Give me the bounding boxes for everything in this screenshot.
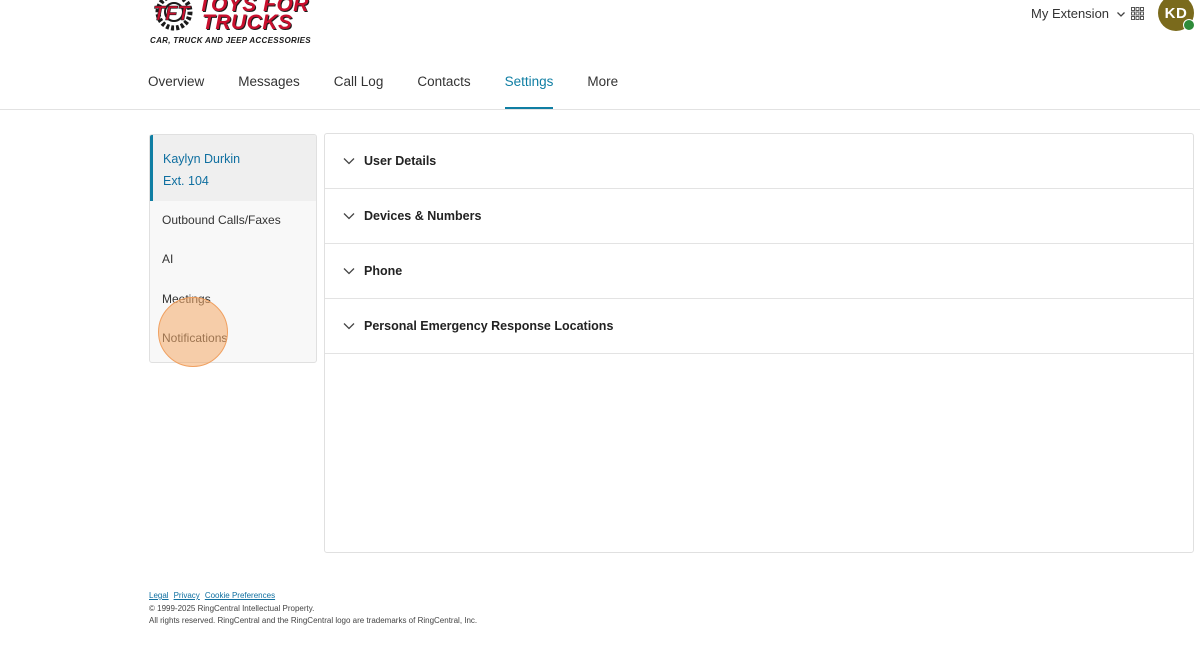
tab-settings[interactable]: Settings bbox=[504, 62, 553, 109]
logo-mark-text: TFT bbox=[153, 3, 191, 25]
section-title: Phone bbox=[364, 264, 403, 278]
section-title: Devices & Numbers bbox=[364, 209, 482, 223]
logo-title-line2: TRUCKS bbox=[202, 11, 293, 34]
footer-link-cookie-preferences[interactable]: Cookie Preferences bbox=[205, 591, 275, 600]
avatar-initials: KD bbox=[1164, 4, 1188, 22]
sidebar-item-notifications[interactable]: Notifications bbox=[162, 331, 227, 345]
chevron-down-icon bbox=[1117, 11, 1126, 17]
tab-contacts[interactable]: Contacts bbox=[417, 62, 470, 109]
sidebar-user-name: Kaylyn Durkin bbox=[163, 152, 241, 166]
chevron-down-icon bbox=[343, 213, 355, 220]
tab-more[interactable]: More bbox=[587, 62, 618, 109]
sidebar-item-meetings[interactable]: Meetings bbox=[162, 292, 211, 306]
section-phone[interactable]: Phone bbox=[325, 244, 1193, 299]
footer: Legal Privacy Cookie Preferences © 1999-20… bbox=[149, 590, 477, 628]
extension-selector[interactable]: My Extension bbox=[1031, 6, 1126, 21]
section-user-details[interactable]: User Details bbox=[325, 134, 1193, 189]
nav-divider bbox=[0, 109, 1200, 110]
logo-tagline: CAR, TRUCK AND JEEP ACCESSORIES bbox=[150, 36, 311, 45]
apps-grid-icon[interactable] bbox=[1131, 7, 1144, 20]
company-logo: TFT TOYS FOR TRUCKS CAR, TRUCK AND JEEP … bbox=[148, 0, 334, 46]
footer-link-legal[interactable]: Legal bbox=[149, 591, 169, 600]
footer-copyright: © 1999-2025 RingCentral Intellectual Pro… bbox=[149, 603, 315, 613]
chevron-down-icon bbox=[343, 158, 355, 165]
tab-call-log[interactable]: Call Log bbox=[334, 62, 384, 109]
chevron-down-icon bbox=[343, 323, 355, 330]
section-title: User Details bbox=[364, 154, 437, 168]
presence-indicator bbox=[1183, 19, 1195, 31]
sidebar-user-extension: Ext. 104 bbox=[163, 174, 209, 188]
sidebar-item-user[interactable]: Kaylyn Durkin Ext. 104 bbox=[150, 135, 316, 201]
tab-messages[interactable]: Messages bbox=[238, 62, 300, 109]
tire-logo-icon: TFT bbox=[153, 0, 193, 31]
footer-rights: All rights reserved. RingCentral and the… bbox=[149, 616, 478, 625]
section-emergency-locations[interactable]: Personal Emergency Response Locations bbox=[325, 299, 1193, 354]
settings-sidebar: Kaylyn Durkin Ext. 104 Outbound Calls/Fa… bbox=[149, 134, 317, 363]
settings-panel: User Details Devices & Numbers Phone Per… bbox=[324, 133, 1194, 553]
chevron-down-icon bbox=[343, 268, 355, 275]
sidebar-item-ai[interactable]: AI bbox=[162, 252, 173, 266]
extension-selector-label: My Extension bbox=[1031, 6, 1110, 21]
section-devices-numbers[interactable]: Devices & Numbers bbox=[325, 189, 1193, 244]
sidebar-item-outbound-calls-faxes[interactable]: Outbound Calls/Faxes bbox=[162, 213, 281, 227]
footer-links: Legal Privacy Cookie Preferences bbox=[149, 590, 477, 603]
section-title: Personal Emergency Response Locations bbox=[364, 319, 614, 333]
footer-link-privacy[interactable]: Privacy bbox=[174, 591, 200, 600]
main-nav: Overview Messages Call Log Contacts Sett… bbox=[148, 62, 652, 110]
tab-overview[interactable]: Overview bbox=[148, 62, 204, 109]
